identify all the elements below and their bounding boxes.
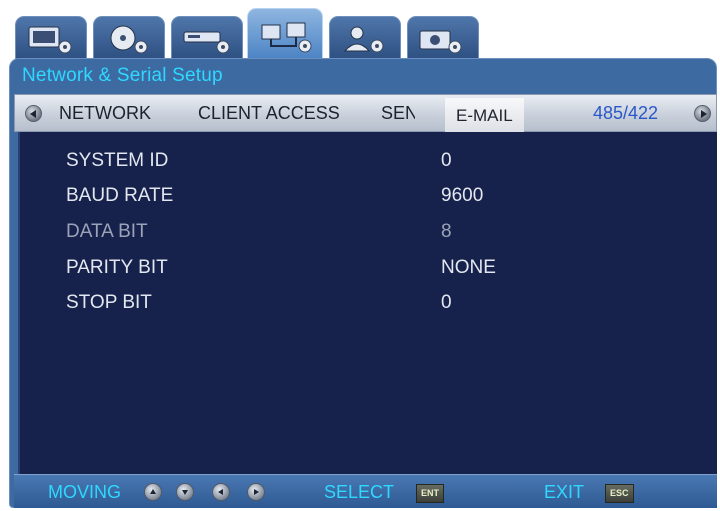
moving-label: MOVING <box>48 482 122 502</box>
ent-key-icon: ENT <box>416 484 444 503</box>
esc-key-icon: ESC <box>605 484 634 503</box>
tab-storage[interactable] <box>93 16 165 60</box>
right-arrow-icon <box>247 483 265 501</box>
scroll-right-icon[interactable] <box>694 105 711 122</box>
down-arrow-icon <box>176 483 194 501</box>
network-settings-icon <box>261 22 312 53</box>
disc-settings-icon <box>110 25 148 54</box>
tab-network-settings[interactable]: NETWORK <box>59 95 151 131</box>
tab-email[interactable]: E-MAIL <box>445 98 524 134</box>
parity-bit-value[interactable]: NONE <box>441 257 496 279</box>
baud-rate-label: BAUD RATE <box>66 185 174 206</box>
tab-485-422[interactable]: 485/422 <box>593 95 658 131</box>
baud-rate-value[interactable]: 9600 <box>441 185 483 207</box>
system-id-label: SYSTEM ID <box>66 150 169 171</box>
tab-users[interactable] <box>329 16 401 60</box>
tab-record[interactable] <box>171 16 243 60</box>
tab-sensor[interactable]: SEN <box>381 95 415 131</box>
scroll-left-icon[interactable] <box>25 105 42 122</box>
system-id-value[interactable]: 0 <box>441 150 452 172</box>
camera-settings-icon <box>419 30 462 54</box>
data-bit-value[interactable]: 8 <box>441 221 452 243</box>
top-menu-tabs <box>15 8 479 60</box>
user-settings-icon <box>343 26 384 53</box>
stop-bit-value[interactable]: 0 <box>441 292 452 314</box>
subtab-bar: NETWORK CLIENT ACCESS SEN E-MAIL 485/422 <box>14 94 717 134</box>
tab-display[interactable] <box>15 16 87 60</box>
parity-bit-label: PARITY BIT <box>66 257 168 278</box>
data-bit-label: DATA BIT <box>66 221 148 242</box>
tab-camera[interactable] <box>407 16 479 60</box>
footer-help-bar: MOVING SELECT ENT EXIT ESC <box>14 474 717 508</box>
window-title: Network & Serial Setup <box>22 65 223 86</box>
left-arrow-icon <box>212 483 230 501</box>
up-arrow-icon <box>144 483 162 501</box>
stop-bit-label: STOP BIT <box>66 292 152 313</box>
settings-panel: SYSTEM ID 0 BAUD RATE 9600 DATA BIT 8 PA… <box>18 132 717 474</box>
exit-label: EXIT <box>544 482 585 502</box>
tab-client-access[interactable]: CLIENT ACCESS <box>198 95 340 131</box>
tab-network[interactable] <box>247 8 323 60</box>
select-label: SELECT <box>324 482 395 502</box>
recorder-settings-icon <box>183 31 230 54</box>
monitor-settings-icon <box>28 26 72 54</box>
